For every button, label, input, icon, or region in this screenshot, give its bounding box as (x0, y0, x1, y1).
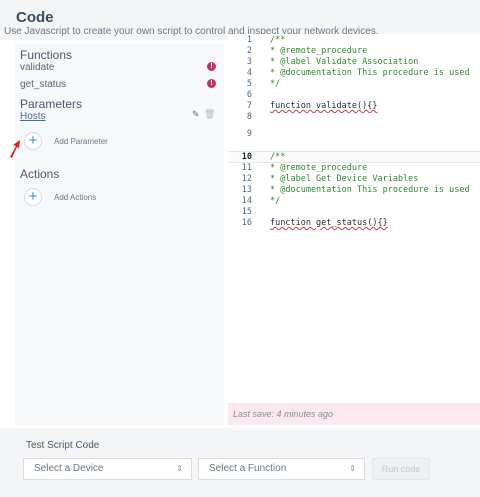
code-line: 13 * @documentation This procedure is use… (241, 185, 470, 195)
parameters-title: Parameters (20, 97, 83, 111)
code-line: 7 function validate(){} (246, 101, 378, 111)
code-line: 12 * @label Get Device Variables (241, 174, 419, 184)
device-select[interactable]: Select a Device ⇕ (23, 458, 192, 480)
parameter-item-hosts[interactable]: Hosts (20, 111, 46, 122)
add-actions-label: Add Actions (54, 192, 97, 202)
code-line: 11 * @remote_procedure (241, 163, 368, 173)
code-line: 3 * @label Validate Association (246, 57, 419, 67)
functions-title: Functions (20, 48, 73, 62)
add-parameter-button[interactable]: + Add Parameter (24, 132, 108, 150)
function-select-value: Select a Function (209, 463, 287, 474)
select-arrows-icon: ⇕ (176, 464, 183, 473)
test-script-panel: Test Script Code Select a Device ⇕ Selec… (0, 428, 480, 497)
select-arrows-icon: ⇕ (349, 464, 356, 473)
plus-icon: + (24, 132, 42, 150)
plus-icon: + (24, 188, 42, 206)
code-line: 8 (246, 112, 252, 122)
actions-title: Actions (20, 167, 60, 181)
add-parameter-label: Add Parameter (54, 136, 108, 146)
warning-icon: ! (207, 79, 216, 88)
code-line: 14 */ (241, 196, 281, 206)
function-select[interactable]: Select a Function ⇕ (198, 458, 365, 480)
code-line: 10/** (241, 152, 286, 162)
function-item-validate[interactable]: validate (20, 62, 54, 73)
test-script-title: Test Script Code (26, 440, 100, 451)
code-line: 15 (241, 207, 252, 217)
code-line: 2 * @remote_procedure (246, 46, 368, 56)
code-line: 4 * @documentation This procedure is used (246, 68, 470, 78)
red-arrow-annotation (10, 140, 20, 158)
code-line: 9 (246, 129, 252, 139)
page-title: Code (16, 9, 54, 26)
run-code-button[interactable]: Run code (372, 458, 430, 480)
pencil-icon[interactable]: ✎ (192, 109, 200, 120)
code-line: 16 function get_status(){} (241, 218, 388, 228)
code-line: 5 */ (246, 79, 281, 89)
code-line: 6 (246, 90, 252, 100)
function-item-get-status[interactable]: get_status (20, 79, 66, 90)
code-line: 1/** (246, 35, 286, 45)
sidebar: Functions validate ! get_status ! Parame… (15, 42, 224, 425)
warning-icon: ! (207, 62, 216, 71)
device-select-value: Select a Device (34, 463, 104, 474)
last-save-status: Last save: 4 minutes ago (228, 403, 480, 425)
add-actions-button[interactable]: + Add Actions (24, 188, 96, 206)
code-editor[interactable]: 1/** 2 * @remote_procedure 3 * @label Vali… (228, 34, 480, 426)
trash-icon[interactable]: 🗑 (204, 109, 215, 120)
